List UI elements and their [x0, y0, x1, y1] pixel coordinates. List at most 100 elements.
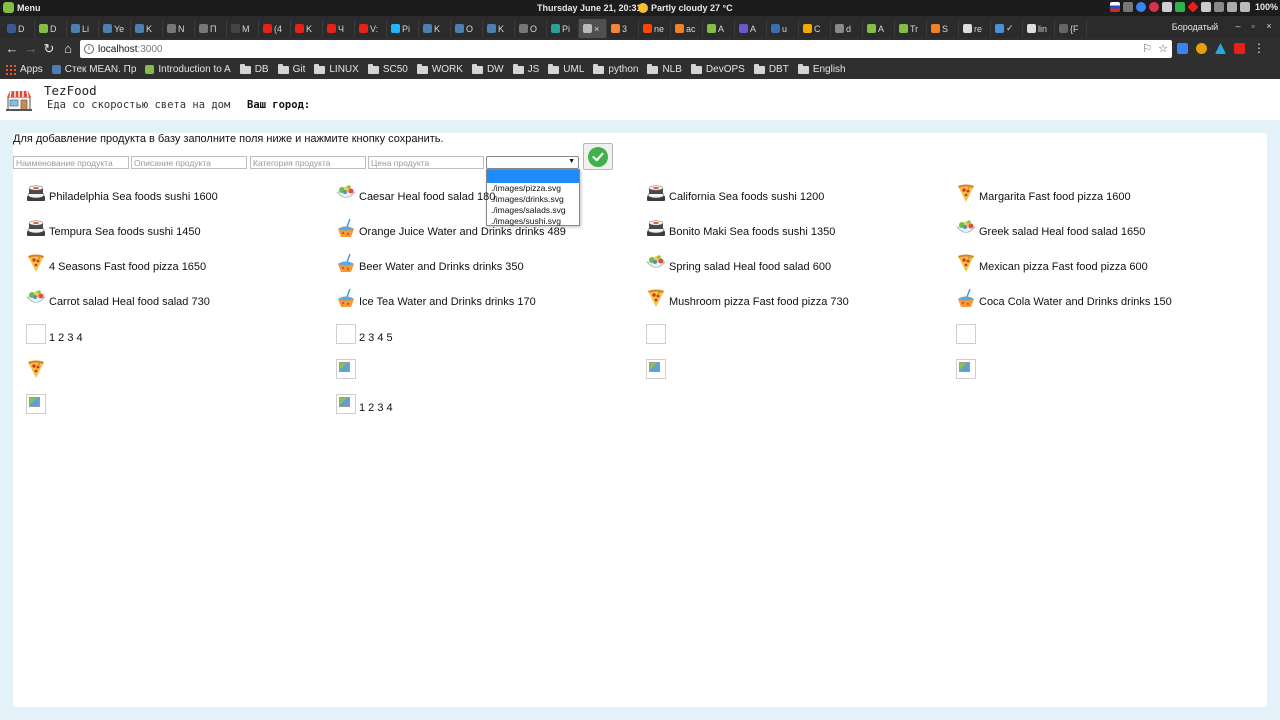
browser-tab[interactable]: A	[703, 19, 735, 38]
translate-icon[interactable]: ⚐	[1142, 42, 1152, 55]
bookmark-item[interactable]: python	[593, 63, 638, 75]
browser-tab[interactable]: {F	[1055, 19, 1087, 38]
home-icon[interactable]: ⌂	[60, 41, 76, 57]
bell-extension-icon[interactable]	[1215, 43, 1226, 54]
product-item[interactable]: Carrot salad Heal food salad 730	[26, 288, 210, 308]
bookmark-item[interactable]: SC50	[367, 63, 408, 75]
browser-tab[interactable]: D	[35, 19, 67, 38]
diamond-tray-icon[interactable]	[1187, 1, 1199, 13]
bluetooth-icon[interactable]	[1122, 2, 1133, 12]
bookmark-star-icon[interactable]: ☆	[1158, 42, 1168, 55]
volume-icon[interactable]	[1213, 2, 1224, 12]
browser-tab[interactable]: K	[291, 19, 323, 38]
product-item[interactable]: Greek salad Heal food salad 1650	[956, 218, 1145, 238]
site-brand[interactable]: TezFood	[44, 83, 97, 98]
browser-tab[interactable]: lin	[1023, 19, 1055, 38]
bookmark-item[interactable]: WORK	[416, 63, 463, 75]
browser-tab[interactable]: O	[515, 19, 547, 38]
notification-tray-icon[interactable]	[1148, 2, 1159, 12]
browser-tab[interactable]: u	[767, 19, 799, 38]
product-item[interactable]	[26, 359, 49, 379]
browser-tab[interactable]: d	[831, 19, 863, 38]
back-arrow-icon[interactable]: ←	[4, 41, 20, 57]
browser-tab[interactable]: re	[959, 19, 991, 38]
save-product-button[interactable]	[583, 143, 613, 170]
browser-tab[interactable]: ne	[639, 19, 671, 38]
product-item[interactable]: Bonito Maki Sea foods sushi 1350	[646, 218, 835, 238]
product-name-input[interactable]	[13, 156, 129, 169]
bookmark-item[interactable]: DW	[471, 63, 504, 75]
browser-tab[interactable]: O	[451, 19, 483, 38]
bookmark-item[interactable]: Стек MEAN. Пр	[51, 64, 136, 75]
browser-tab[interactable]: M	[227, 19, 259, 38]
bookmark-item[interactable]: DBT	[753, 63, 789, 75]
browser-tab[interactable]: Tr	[895, 19, 927, 38]
bookmark-item[interactable]: DevOPS	[690, 63, 745, 75]
bookmark-item[interactable]: LINUX	[314, 63, 359, 75]
browser-tab[interactable]: K	[483, 19, 515, 38]
product-item[interactable]: Mushroom pizza Fast food pizza 730	[646, 288, 849, 308]
product-item[interactable]: 2 3 4 5	[336, 324, 393, 344]
product-item[interactable]: Tempura Sea foods sushi 1450	[26, 218, 201, 238]
browser-tab[interactable]: 3	[607, 19, 639, 38]
browser-tab[interactable]: (4	[259, 19, 291, 38]
product-item[interactable]	[336, 359, 359, 379]
bookmark-item[interactable]: Apps	[6, 64, 43, 75]
browser-tab[interactable]: S	[927, 19, 959, 38]
image-select[interactable]: ▼	[486, 156, 579, 169]
chrome-tray-icon[interactable]	[1135, 2, 1146, 12]
os-clock[interactable]: Thursday June 21, 20:31	[537, 3, 642, 13]
browser-tab[interactable]: D	[3, 19, 35, 38]
product-category-input[interactable]	[250, 156, 366, 169]
product-item[interactable]	[646, 324, 669, 344]
browser-tab[interactable]: Ч	[323, 19, 355, 38]
product-item[interactable]	[646, 359, 669, 379]
profile-name[interactable]: Бородатый	[1164, 20, 1226, 34]
network-icon[interactable]	[1226, 2, 1237, 12]
bookmark-item[interactable]: Git	[277, 63, 305, 75]
browser-tab[interactable]: ×	[579, 19, 607, 38]
address-bar[interactable]: i localhost:3000 ⚐ ☆	[80, 40, 1172, 58]
os-menu-button[interactable]: Menu	[3, 2, 41, 13]
update-tray-icon[interactable]	[1174, 2, 1185, 12]
bookmark-item[interactable]: DB	[239, 63, 269, 75]
bookmark-item[interactable]: NLB	[647, 63, 682, 75]
minimize-icon[interactable]: –	[1233, 21, 1243, 31]
browser-tab[interactable]: Pi	[387, 19, 419, 38]
product-item[interactable]: Orange Juice Water and Drinks drinks 489	[336, 218, 566, 238]
browser-tab[interactable]: Ye	[99, 19, 131, 38]
bookmark-item[interactable]: UML	[548, 63, 584, 75]
browser-tab[interactable]: V:	[355, 19, 387, 38]
site-info-icon[interactable]: i	[84, 44, 94, 54]
product-item[interactable]	[956, 324, 979, 344]
product-price-input[interactable]	[368, 156, 484, 169]
close-window-icon[interactable]: ×	[1264, 21, 1274, 31]
browser-tab[interactable]: П	[195, 19, 227, 38]
product-item[interactable]: California Sea foods sushi 1200	[646, 183, 824, 203]
product-description-input[interactable]	[131, 156, 247, 169]
bookmark-item[interactable]: JS	[512, 63, 539, 75]
product-item[interactable]	[956, 359, 979, 379]
browser-tab[interactable]: A	[863, 19, 895, 38]
adblock-icon[interactable]	[1234, 43, 1245, 54]
product-item[interactable]: Coca Cola Water and Drinks drinks 150	[956, 288, 1172, 308]
browser-tab[interactable]: Pi	[547, 19, 579, 38]
mail-icon[interactable]	[1200, 2, 1211, 12]
maximize-icon[interactable]: ▫	[1248, 21, 1258, 31]
product-item[interactable]: Ice Tea Water and Drinks drinks 170	[336, 288, 536, 308]
product-item[interactable]: Beer Water and Drinks drinks 350	[336, 253, 524, 273]
translate-extension-icon[interactable]	[1177, 43, 1188, 54]
paw-extension-icon[interactable]	[1196, 43, 1207, 54]
browser-tab[interactable]: C	[799, 19, 831, 38]
product-item[interactable]: Philadelphia Sea foods sushi 1600	[26, 183, 218, 203]
product-item[interactable]: Spring salad Heal food salad 600	[646, 253, 831, 273]
keyboard-layout-flag-icon[interactable]	[1109, 2, 1120, 12]
browser-menu-icon[interactable]: ⋮	[1253, 42, 1265, 54]
reload-icon[interactable]: ↻	[41, 41, 57, 57]
product-item[interactable]: Caesar Heal food salad 180	[336, 183, 495, 203]
browser-tab[interactable]: K	[419, 19, 451, 38]
browser-tab[interactable]: ac	[671, 19, 703, 38]
product-item[interactable]: 4 Seasons Fast food pizza 1650	[26, 253, 206, 273]
city-selector-label[interactable]: Ваш город:	[247, 99, 310, 111]
select-option[interactable]	[487, 170, 579, 183]
